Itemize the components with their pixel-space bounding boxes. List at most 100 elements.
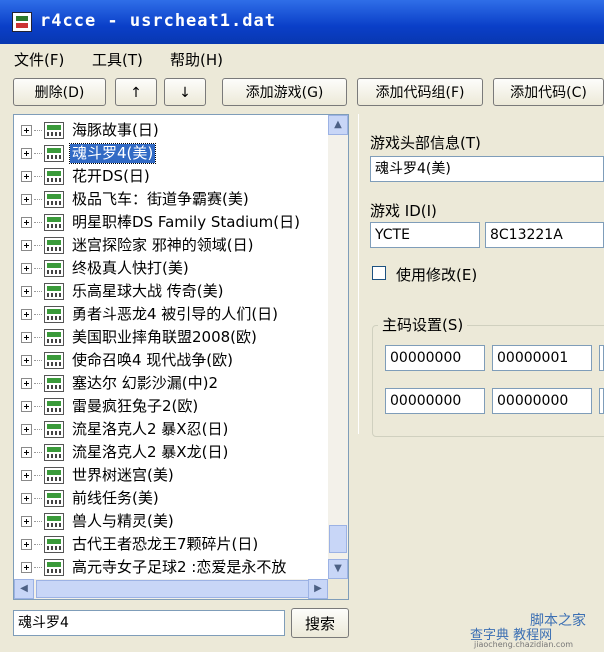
add-code-group-button[interactable]: 添加代码组(F) (357, 78, 483, 106)
expand-plus-icon[interactable] (21, 263, 32, 274)
horizontal-scroll-thumb[interactable] (36, 580, 311, 598)
move-up-button[interactable]: ↑ (115, 78, 157, 106)
expand-plus-icon[interactable] (21, 493, 32, 504)
menu-file[interactable]: 文件(F) (14, 49, 64, 70)
tree-item-label: 美国职业摔角联盟2008(欧) (72, 328, 257, 346)
scroll-right-arrow-icon[interactable]: ▶ (308, 579, 328, 599)
vertical-scroll-thumb[interactable] (329, 525, 347, 553)
tree-connector (34, 245, 42, 246)
tree-connector (34, 176, 42, 177)
game-cartridge-icon (44, 398, 64, 415)
game-cartridge-icon (44, 283, 64, 300)
expand-plus-icon[interactable] (21, 355, 32, 366)
game-cartridge-icon (44, 237, 64, 254)
tree-item[interactable]: 使命召唤4 现代战争(欧) (14, 349, 328, 372)
tree-item[interactable]: 兽人与精灵(美) (14, 510, 328, 533)
vertical-scrollbar[interactable]: ▲ ▼ (328, 115, 348, 579)
scroll-up-arrow-icon[interactable]: ▲ (328, 115, 348, 135)
game-cartridge-icon (44, 329, 64, 346)
tree-item[interactable]: 流星洛克人2 暴X忍(日) (14, 418, 328, 441)
game-crc-field[interactable]: 8C13221A (485, 222, 604, 248)
expand-plus-icon[interactable] (21, 332, 32, 343)
game-cartridge-icon (44, 306, 64, 323)
game-cartridge-icon (44, 490, 64, 507)
tree-item[interactable]: 海豚故事(日) (14, 119, 328, 142)
tree-item[interactable]: 前线任务(美) (14, 487, 328, 510)
tree-item[interactable]: 终极真人快打(美) (14, 257, 328, 280)
master-code-field-4[interactable]: 00000000 (385, 388, 485, 414)
game-cartridge-icon (44, 513, 64, 530)
expand-plus-icon[interactable] (21, 217, 32, 228)
app-icon (12, 12, 32, 32)
master-code-field-3[interactable] (599, 345, 604, 371)
game-cartridge-icon (44, 444, 64, 461)
horizontal-scrollbar[interactable]: ◀ ▶ (14, 579, 328, 599)
master-code-field-2[interactable]: 00000001 (492, 345, 592, 371)
tree-item[interactable]: 世界树迷宫(美) (14, 464, 328, 487)
master-code-field-6[interactable] (599, 388, 604, 414)
tree-item[interactable]: 古代王者恐龙王7颗碎片(日) (14, 533, 328, 556)
expand-plus-icon[interactable] (21, 516, 32, 527)
tree-item[interactable]: 塞达尔 幻影沙漏(中)2 (14, 372, 328, 395)
expand-plus-icon[interactable] (21, 171, 32, 182)
expand-plus-icon[interactable] (21, 539, 32, 550)
tree-item-label: 极品飞车：街道争霸赛(美) (72, 190, 249, 208)
game-cartridge-icon (44, 168, 64, 185)
expand-plus-icon[interactable] (21, 447, 32, 458)
game-cartridge-icon (44, 145, 64, 162)
search-input[interactable]: 魂斗罗4 (13, 610, 285, 636)
expand-plus-icon[interactable] (21, 194, 32, 205)
title-bar: r4cce - usrcheat1.dat (0, 0, 604, 44)
expand-plus-icon[interactable] (21, 562, 32, 573)
move-down-button[interactable]: ↓ (164, 78, 206, 106)
tree-item-label: 魂斗罗4(美) (68, 143, 157, 164)
tree-item[interactable]: 流星洛克人2 暴X龙(日) (14, 441, 328, 464)
tree-item[interactable]: 迷宫探险家 邪神的领域(日) (14, 234, 328, 257)
menu-bar: 文件(F) 工具(T) 帮助(H) (0, 44, 604, 72)
expand-plus-icon[interactable] (21, 125, 32, 136)
expand-plus-icon[interactable] (21, 240, 32, 251)
scroll-left-arrow-icon[interactable]: ◀ (14, 579, 34, 599)
game-cartridge-icon (44, 122, 64, 139)
game-tree[interactable]: 海豚故事(日) 魂斗罗4(美) 花开DS(日) 极品飞车：街道争霸赛(美) 明星职棒DS… (13, 114, 349, 600)
game-id-field[interactable]: YCTE (370, 222, 480, 248)
tree-item-label: 高元寺女子足球2 :恋爱是永不放 (72, 558, 287, 576)
menu-tools[interactable]: 工具(T) (92, 49, 143, 70)
game-header-field[interactable]: 魂斗罗4(美) (370, 156, 604, 182)
delete-button[interactable]: 删除(D) (13, 78, 106, 106)
tree-item-label: 流星洛克人2 暴X忍(日) (72, 420, 229, 438)
game-cartridge-icon (44, 260, 64, 277)
tree-item[interactable]: 雷曼疯狂兔子2(欧) (14, 395, 328, 418)
game-cartridge-icon (44, 559, 64, 576)
master-code-field-5[interactable]: 00000000 (492, 388, 592, 414)
tree-item[interactable]: 高元寺女子足球2 :恋爱是永不放 (14, 556, 328, 579)
expand-plus-icon[interactable] (21, 286, 32, 297)
tree-item[interactable]: 魂斗罗4(美) (14, 142, 328, 165)
tree-item[interactable]: 勇者斗恶龙4 被引导的人们(日) (14, 303, 328, 326)
tree-item[interactable]: 乐高星球大战 传奇(美) (14, 280, 328, 303)
tree-item[interactable]: 明星职棒DS Family Stadium(日) (14, 211, 328, 234)
tree-item[interactable]: 极品飞车：街道争霸赛(美) (14, 188, 328, 211)
tree-connector (34, 199, 42, 200)
use-modify-checkbox[interactable] (372, 266, 386, 280)
tree-item-label: 雷曼疯狂兔子2(欧) (72, 397, 199, 415)
tree-item[interactable]: 花开DS(日) (14, 165, 328, 188)
expand-plus-icon[interactable] (21, 470, 32, 481)
expand-plus-icon[interactable] (21, 378, 32, 389)
expand-plus-icon[interactable] (21, 424, 32, 435)
menu-help[interactable]: 帮助(H) (170, 49, 223, 70)
expand-plus-icon[interactable] (21, 401, 32, 412)
add-code-button[interactable]: 添加代码(C) (493, 78, 604, 106)
master-code-field-1[interactable]: 00000000 (385, 345, 485, 371)
tree-item-label: 古代王者恐龙王7颗碎片(日) (72, 535, 259, 553)
tree-item[interactable]: 美国职业摔角联盟2008(欧) (14, 326, 328, 349)
tree-connector (34, 406, 42, 407)
tree-connector (34, 222, 42, 223)
expand-plus-icon[interactable] (21, 309, 32, 320)
expand-plus-icon[interactable] (21, 148, 32, 159)
add-game-button[interactable]: 添加游戏(G) (222, 78, 347, 106)
scroll-down-arrow-icon[interactable]: ▼ (328, 559, 348, 579)
tree-connector (34, 383, 42, 384)
tree-item-label: 终极真人快打(美) (72, 259, 189, 277)
search-button[interactable]: 搜索 (291, 608, 349, 638)
